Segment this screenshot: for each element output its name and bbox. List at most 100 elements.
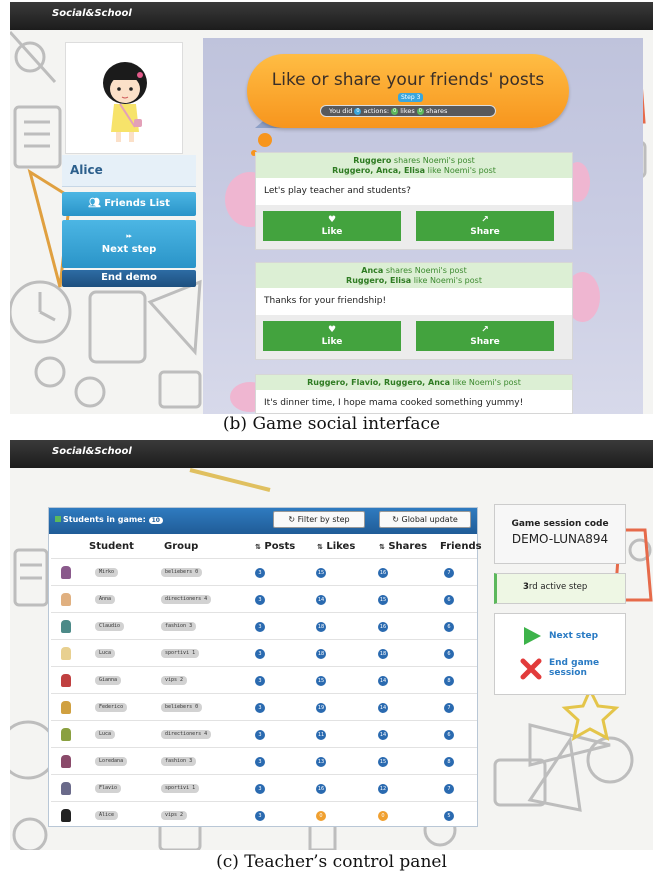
teacher-screenshot: Social&School Students in game: 10 ↻ Fil… — [10, 440, 653, 850]
speech-bubble-dot — [258, 133, 272, 147]
table-row: Gianna vips 2 3 15 14 8 — [51, 666, 477, 693]
table-row: Flavio sportivi 1 3 16 12 7 — [51, 774, 477, 801]
student-avatar — [61, 593, 71, 606]
top-bar: Social&School — [10, 2, 653, 30]
next-step-link[interactable]: Next step — [549, 631, 598, 641]
posts-count: 3 — [255, 811, 265, 821]
likes-count: 11 — [316, 730, 326, 740]
end-demo-button[interactable]: End demo — [62, 270, 196, 287]
top-bar: Social&School — [10, 440, 653, 468]
table-row: Anna directioners 4 3 14 15 6 — [51, 585, 477, 612]
student-group: beliebers 0 — [161, 703, 203, 712]
likes-count: 13 — [316, 757, 326, 767]
shares-count: 16 — [378, 568, 388, 578]
profile-card — [65, 42, 183, 154]
filter-by-step-button[interactable]: ↻ Filter by step — [273, 511, 365, 528]
post-text: It's dinner time, I hope mama cooked som… — [264, 398, 524, 408]
like-button[interactable]: ♥ Like — [263, 321, 401, 351]
student-group: directioners 4 — [161, 730, 212, 739]
student-group: beliebers 0 — [161, 568, 203, 577]
student-group: sportivi 1 — [161, 649, 200, 658]
table-row: Claudio fashion 3 3 18 16 6 — [51, 612, 477, 639]
brand-logo: Social&School — [52, 8, 132, 19]
refresh-icon: ↻ — [288, 515, 296, 524]
student-name: Claudio — [95, 622, 125, 631]
friends-count: 6 — [444, 595, 454, 605]
student-group: vips 2 — [161, 676, 188, 685]
student-name: Alice — [95, 811, 119, 820]
likes-count: 18 — [316, 649, 326, 659]
friends-count: 7 — [444, 568, 454, 578]
friends-count: 6 — [444, 622, 454, 632]
sort-icon: ⇅ — [255, 543, 261, 551]
friends-count: 6 — [444, 730, 454, 740]
share-icon: ↗ — [481, 325, 489, 335]
friends-count: 6 — [444, 649, 454, 659]
step-tag: Step 3 — [398, 93, 424, 102]
posts-count: 3 — [255, 595, 265, 605]
shares-count: 14 — [378, 703, 388, 713]
likes-count: 15 — [316, 676, 326, 686]
shares-count: 15 — [378, 757, 388, 767]
post-actions: ♥ Like ↗ Share — [256, 205, 572, 249]
table-row: Mirko beliebers 0 3 15 16 7 — [51, 558, 477, 585]
close-x-icon — [520, 658, 542, 680]
posts-count: 3 — [255, 622, 265, 632]
share-button[interactable]: ↗ Share — [416, 211, 554, 241]
table-row: Luca directioners 4 3 11 14 6 — [51, 720, 477, 747]
posts-count: 3 — [255, 703, 265, 713]
session-actions-card: Next step End game session — [494, 613, 626, 695]
posts-count: 3 — [255, 757, 265, 767]
col-posts[interactable]: ⇅ Posts — [255, 541, 295, 552]
friends-count: 5 — [444, 811, 454, 821]
sort-icon: ⇅ — [379, 543, 385, 551]
post-activity: Ruggero shares Noemi's post Ruggero, Anc… — [256, 153, 572, 178]
student-group: fashion 3 — [161, 757, 197, 766]
heart-icon: ♥ — [327, 325, 337, 335]
posts-count: 3 — [255, 730, 265, 740]
share-button[interactable]: ↗ Share — [416, 321, 554, 351]
student-name: Flavio — [95, 784, 122, 793]
refresh-icon: ↻ — [392, 515, 399, 524]
student-name: Mirko — [95, 568, 119, 577]
shares-count: 14 — [378, 730, 388, 740]
shares-count: 0 — [416, 107, 424, 115]
like-button[interactable]: ♥ Like — [263, 211, 401, 241]
student-group: directioners 4 — [161, 595, 212, 604]
col-student: Student — [89, 541, 134, 552]
student-name: Anna — [95, 595, 116, 604]
actions-counter: You did 0 actions: 0 likes 0 shares — [320, 105, 496, 117]
caption-b: (b) Game social interface — [222, 414, 441, 434]
user-avatar — [103, 62, 147, 142]
student-group: sportivi 1 — [161, 784, 200, 793]
student-avatar — [61, 728, 71, 741]
student-name: Loredana — [95, 757, 128, 766]
heart-icon: ♥ — [327, 215, 337, 225]
shares-count: 12 — [378, 784, 388, 794]
user-name: Alice — [62, 155, 196, 187]
students-in-game: Students in game: 10 — [55, 515, 163, 524]
end-game-session-link[interactable]: End game session — [549, 658, 599, 678]
student-avatar — [61, 809, 71, 822]
banner-title: Like or share your friends' posts — [271, 70, 545, 90]
global-update-button[interactable]: ↻ Global update — [379, 511, 471, 528]
challenge-banner: Like or share your friends' posts Step 3… — [247, 54, 569, 128]
post-card: Anca shares Noemi's post Ruggero, Elisa … — [255, 262, 573, 360]
col-group: Group — [164, 541, 199, 552]
posts-count: 3 — [255, 568, 265, 578]
student-avatar — [61, 701, 71, 714]
friends-list-button[interactable]: 👥︎ Friends List — [62, 192, 196, 216]
students-panel-header: Students in game: 10 ↻ Filter by step ↻ … — [49, 508, 477, 534]
table-row: Luca sportivi 1 3 18 18 6 — [51, 639, 477, 666]
likes-count: 0 — [391, 107, 399, 115]
student-group: fashion 3 — [161, 622, 197, 631]
col-shares[interactable]: ⇅ Shares — [379, 541, 427, 552]
student-name: Luca — [95, 649, 116, 658]
col-likes[interactable]: ⇅ Likes — [317, 541, 355, 552]
likes-count: 15 — [316, 568, 326, 578]
next-step-button[interactable]: ⏩︎ Next step — [62, 220, 196, 268]
table-row: Alice vips 2 3 0 0 5 — [51, 801, 477, 828]
shares-count: 14 — [378, 676, 388, 686]
student-avatar — [61, 620, 71, 633]
posts-count: 3 — [255, 649, 265, 659]
